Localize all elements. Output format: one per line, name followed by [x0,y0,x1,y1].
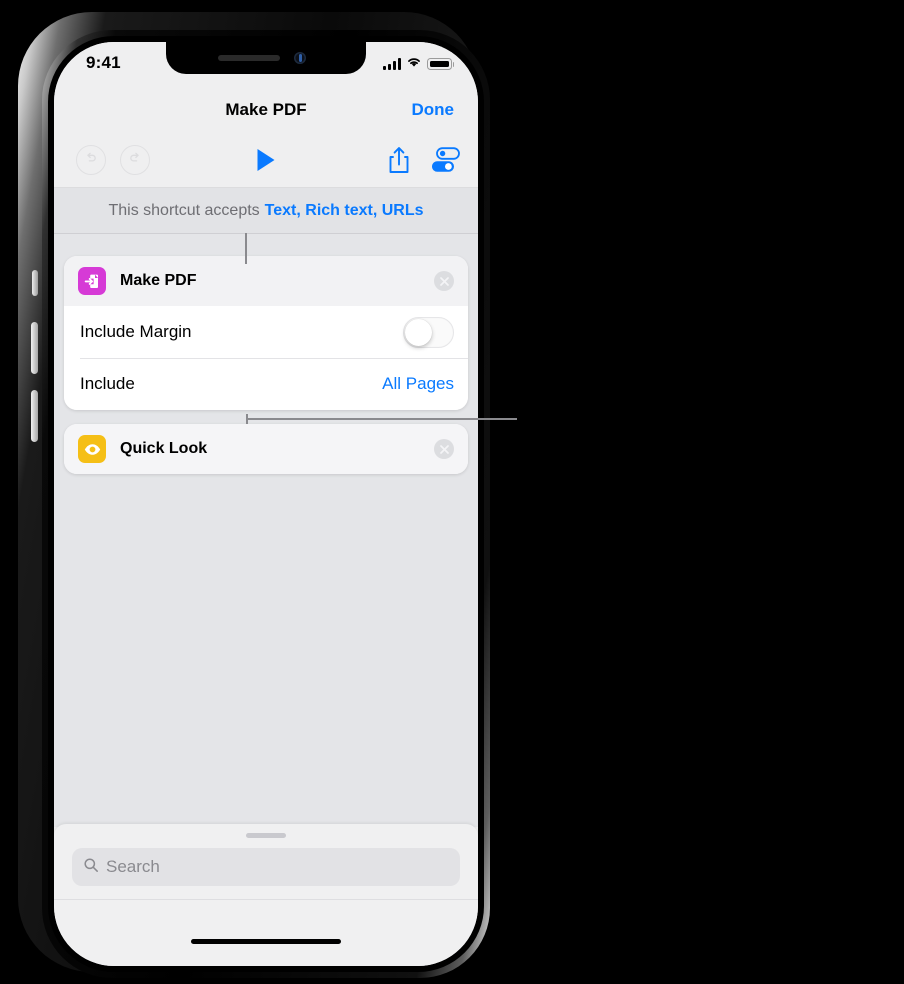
action-search-drawer: Search [54,824,478,966]
action-header[interactable]: Make PDF [64,256,468,306]
drawer-grabber[interactable] [246,833,286,838]
parameter-row-include-margin: Include Margin [64,306,468,358]
front-camera-icon [294,52,306,64]
silent-switch-button[interactable] [32,270,38,296]
action-title: Quick Look [120,440,208,457]
signal-bars-icon [383,58,401,70]
accepts-prefix: This shortcut accepts [108,201,260,219]
action-header[interactable]: Quick Look [64,424,468,474]
volume-down-button[interactable] [31,390,38,442]
editor-toolbar [54,132,478,188]
shortcut-actions-list: Make PDF Include Margin Include All Page… [54,234,478,827]
search-input[interactable]: Search [72,848,460,886]
drawer-separator [54,899,478,900]
status-bar-indicators [383,55,455,73]
redo-button[interactable] [120,145,150,175]
close-circle-icon [439,444,449,454]
share-icon [386,147,412,179]
run-shortcut-button[interactable] [257,148,275,171]
close-circle-icon [439,276,449,286]
iphone-screen: 9:41 Make PDF Done This shortcut accepts… [54,42,478,966]
wifi-icon [406,55,422,73]
remove-action-button[interactable] [434,271,454,291]
search-icon [83,857,99,878]
undo-button[interactable] [76,145,106,175]
done-button[interactable]: Done [412,100,455,120]
display-notch [166,42,366,74]
accepts-types-link[interactable]: Text, Rich text, URLs [265,202,424,220]
undo-icon [83,150,99,171]
parameter-row-include: Include All Pages [64,358,468,410]
callout-line-top [245,233,247,264]
volume-up-button[interactable] [31,322,38,374]
screenshot-stage: 9:41 Make PDF Done This shortcut accepts… [0,0,904,984]
accepts-banner: This shortcut accepts Text, Rich text, U… [54,188,478,234]
callout-line-parameters [246,414,517,424]
quick-look-icon [78,435,106,463]
navigation-bar: Make PDF Done [54,88,478,132]
share-button[interactable] [386,145,412,175]
parameter-label: Include [80,374,135,393]
action-card-make-pdf[interactable]: Make PDF Include Margin Include All Page… [64,256,468,410]
include-margin-toggle[interactable] [403,316,454,348]
make-pdf-icon [78,267,106,295]
iphone-device-frame: 9:41 Make PDF Done This shortcut accepts… [18,12,490,978]
include-value-button[interactable]: All Pages [382,374,454,394]
status-bar-time: 9:41 [86,53,121,72]
remove-action-button[interactable] [434,439,454,459]
shortcut-settings-button[interactable] [428,147,460,173]
toggle-knob [405,318,432,346]
home-indicator[interactable] [191,939,341,944]
search-placeholder: Search [106,857,160,876]
sliders-icon [428,147,460,177]
earpiece-speaker-icon [218,55,280,61]
battery-full-icon [427,58,455,70]
action-card-quick-look[interactable]: Quick Look [64,424,468,474]
redo-icon [127,150,143,171]
page-title: Make PDF [225,100,307,119]
parameter-label: Include Margin [80,322,192,341]
action-title: Make PDF [120,272,197,289]
